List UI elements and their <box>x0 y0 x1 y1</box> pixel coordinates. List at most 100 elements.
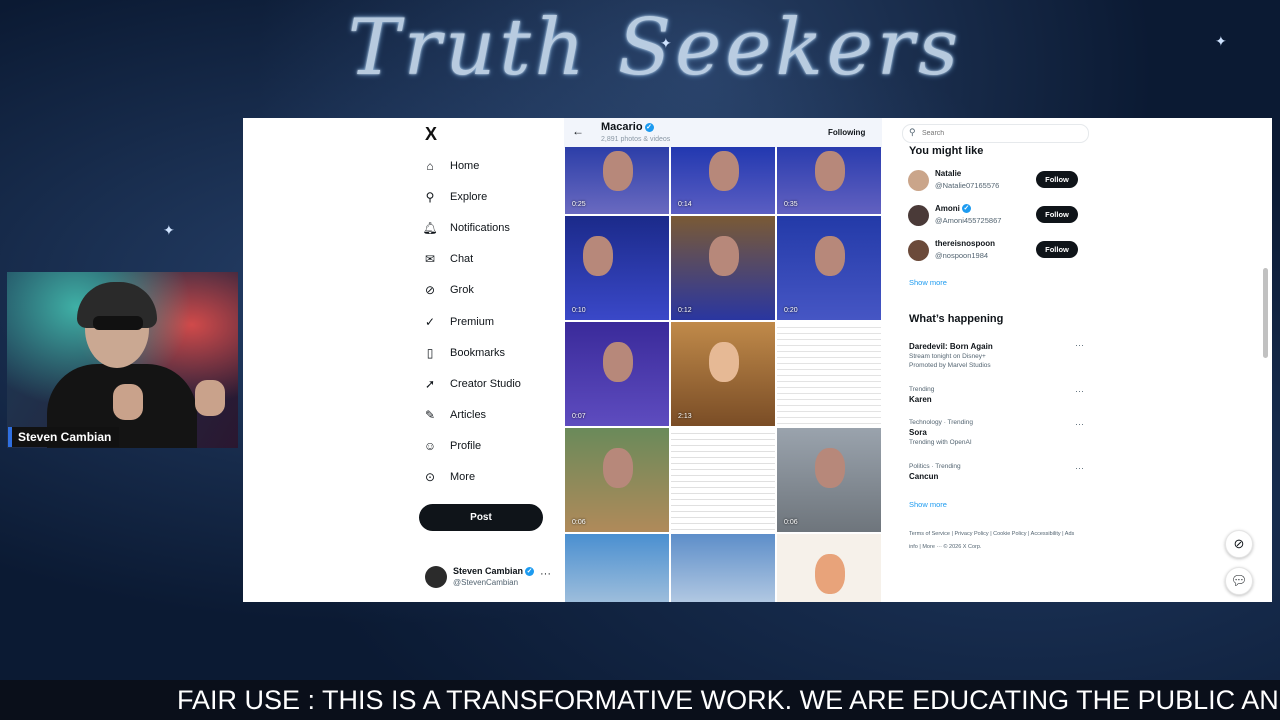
more-options-icon[interactable]: ··· <box>1075 340 1084 350</box>
trend-title: Cancun <box>909 472 939 481</box>
nav-item-articles[interactable]: ✎ Articles <box>419 400 569 431</box>
nav-item-creator-studio[interactable]: ➚ Creator Studio <box>419 368 569 399</box>
suggestion-row[interactable]: Natalie @Natalie07165576 Follow <box>908 166 1088 196</box>
media-tile[interactable] <box>565 534 669 602</box>
footer-links[interactable]: Terms of Service | Privacy Policy | Cook… <box>909 528 1079 554</box>
suggestion-name: thereisnospoon <box>935 239 996 248</box>
follow-button[interactable]: Follow <box>1036 206 1078 223</box>
more-options-icon[interactable]: ··· <box>1075 463 1084 473</box>
sparkle-icon: ✦ <box>163 222 175 238</box>
post-button[interactable]: Post <box>419 504 543 531</box>
media-tile[interactable]: 0:06 <box>777 428 881 532</box>
media-tile[interactable]: 0:35 <box>777 147 881 214</box>
nav-item-bookmarks[interactable]: ▯ Bookmarks <box>419 337 569 368</box>
nav-item-home[interactable]: ⌂ Home <box>419 150 569 181</box>
avatar <box>908 240 929 261</box>
verified-badge-icon: ✓ <box>525 567 535 577</box>
follow-button[interactable]: Follow <box>1036 171 1078 188</box>
trend-item[interactable]: Daredevil: Born Again Stream tonight on … <box>909 340 1084 369</box>
primary-nav: ⌂ Home ⚲ Explore 🔔︎ Notifications ✉ Chat ⊘ Gr… <box>419 150 569 493</box>
account-name: Steven Cambian <box>453 566 524 576</box>
more-options-icon[interactable]: ··· <box>1075 386 1084 396</box>
trend-title: Sora <box>909 428 927 437</box>
nav-item-premium[interactable]: ✓ Premium <box>419 306 569 337</box>
media-tile[interactable] <box>777 534 881 602</box>
search-input[interactable] <box>920 126 1084 141</box>
profile-header: ← Macario ✓ 2,891 photos & videos Followi… <box>564 118 882 148</box>
media-tile[interactable]: 0:25 <box>565 147 669 214</box>
x-logo-icon[interactable]: X <box>425 124 437 145</box>
media-tile[interactable] <box>671 534 775 602</box>
media-count: 2,891 photos & videos <box>601 136 671 143</box>
trend-subtitle: Trending with OpenAI <box>909 439 972 446</box>
avatar <box>908 170 929 191</box>
suggestion-handle: @nospoon1984 <box>935 251 989 260</box>
nav-item-notifications[interactable]: 🔔︎ Notifications <box>419 212 569 243</box>
person-icon: ☺ <box>423 439 437 454</box>
article-icon: ✎ <box>424 408 436 423</box>
webcam-feed <box>7 272 238 448</box>
back-arrow-icon[interactable]: ← <box>572 124 584 138</box>
nav-item-grok[interactable]: ⊘ Grok <box>419 275 569 306</box>
nav-item-explore[interactable]: ⚲ Explore <box>419 181 569 212</box>
trend-item[interactable]: Trending Karen ··· <box>909 386 1084 404</box>
trend-item[interactable]: Technology · Trending Sora Trending with… <box>909 419 1084 446</box>
channel-banner: Truth Seekers <box>347 3 963 93</box>
suggestion-name: Natalie <box>935 169 962 178</box>
trend-promoted: Promoted by Marvel Studios <box>909 362 991 369</box>
browser-viewport: X ⌂ Home ⚲ Explore 🔔︎ Notifications ✉ Chat ⊘… <box>243 118 1272 602</box>
trend-meta: Trending <box>909 386 935 393</box>
avatar <box>908 205 929 226</box>
account-handle: @StevenCambian <box>453 578 519 587</box>
media-tile[interactable]: 0:20 <box>777 216 881 320</box>
trend-title: Daredevil: Born Again <box>909 342 993 351</box>
premium-icon: ✓ <box>424 314 436 329</box>
grok-icon: ⊘ <box>424 283 436 298</box>
show-more-link[interactable]: Show more <box>909 500 947 509</box>
nav-item-more[interactable]: ⊙ More <box>419 462 569 493</box>
media-grid: 0:25 0:14 0:35 0:10 0:12 0:20 0:07 2:13 … <box>565 147 882 602</box>
media-tile[interactable]: 0:14 <box>671 147 775 214</box>
more-options-icon[interactable]: ··· <box>540 568 551 580</box>
verified-badge-icon: ✓ <box>644 122 654 132</box>
media-tile[interactable] <box>777 322 881 426</box>
more-options-icon[interactable]: ··· <box>1075 419 1084 429</box>
grok-icon[interactable]: ⊘ <box>1225 530 1253 558</box>
rocket-icon: ➚ <box>424 376 436 391</box>
media-tile[interactable]: 0:12 <box>671 216 775 320</box>
following-button[interactable]: Following <box>828 128 865 137</box>
follow-button[interactable]: Follow <box>1036 241 1078 258</box>
sparkle-icon: ✦ <box>1215 33 1227 49</box>
fair-use-ticker: FAIR USE : THIS IS A TRANSFORMATIVE WORK… <box>0 680 1280 720</box>
bookmark-icon: ▯ <box>426 345 434 360</box>
avatar <box>425 566 447 588</box>
suggestion-row[interactable]: Amoni ✓ @Amoni455725867 Follow <box>908 201 1088 231</box>
media-tile[interactable]: 2:13 <box>671 322 775 426</box>
media-tile[interactable] <box>671 428 775 532</box>
media-tile[interactable]: 0:10 <box>565 216 669 320</box>
suggestion-row[interactable]: thereisnospoon @nospoon1984 Follow <box>908 236 1088 266</box>
profile-name: Macario <box>601 121 643 133</box>
show-more-link[interactable]: Show more <box>909 278 947 287</box>
suggestion-handle: @Natalie07165576 <box>935 181 1000 190</box>
nav-item-profile[interactable]: ☺ Profile <box>419 431 569 462</box>
trend-meta: Technology · Trending <box>909 419 973 426</box>
trend-item[interactable]: Politics · Trending Cancun ··· <box>909 463 1084 481</box>
suggestion-handle: @Amoni455725867 <box>935 216 1002 225</box>
trend-subtitle: Stream tonight on Disney+ <box>909 353 986 360</box>
media-tile[interactable]: 0:07 <box>565 322 669 426</box>
bell-icon: 🔔︎ <box>422 220 438 235</box>
chat-bubble-icon[interactable]: 💬︎ <box>1225 567 1253 595</box>
you-might-like-heading: You might like <box>909 145 984 157</box>
home-icon: ⌂ <box>426 158 434 173</box>
scrollbar[interactable] <box>1263 268 1268 358</box>
nav-item-chat[interactable]: ✉ Chat <box>419 244 569 275</box>
trend-title: Karen <box>909 395 932 404</box>
webcam-name-tag: Steven Cambian <box>8 427 120 447</box>
trend-meta: Politics · Trending <box>909 463 961 470</box>
mail-icon: ✉ <box>424 252 436 267</box>
search-box[interactable]: ⚲ <box>902 124 1089 143</box>
account-switcher[interactable]: Steven Cambian ✓ @StevenCambian ··· <box>425 564 555 590</box>
media-tile[interactable]: 0:06 <box>565 428 669 532</box>
search-icon: ⚲ <box>909 127 916 137</box>
